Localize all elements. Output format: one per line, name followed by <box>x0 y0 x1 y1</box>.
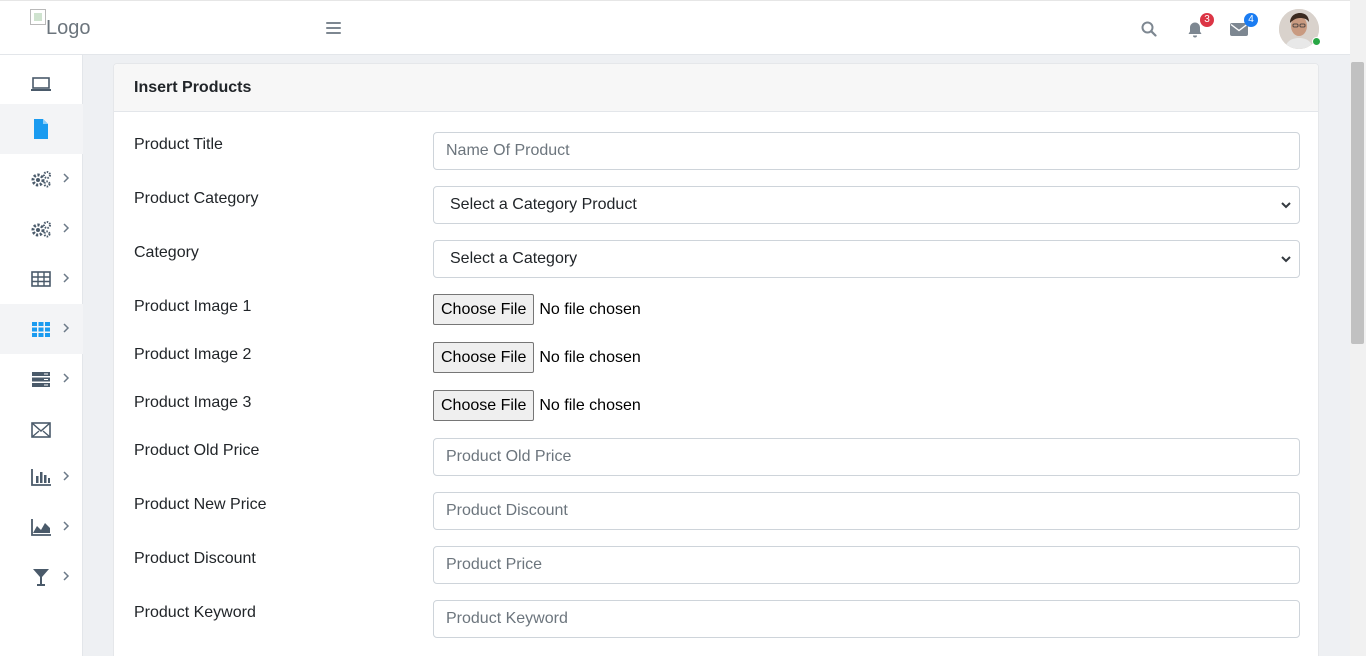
online-status-dot <box>1312 37 1321 46</box>
broken-image-icon <box>30 9 46 25</box>
sidebar-item-dashboard[interactable] <box>0 59 83 109</box>
choose-file-button-2[interactable]: Choose File <box>433 342 535 373</box>
category-label: Category <box>134 244 199 261</box>
envelope-icon <box>31 422 51 438</box>
new-price-input[interactable] <box>433 492 1300 530</box>
page-scrollbar-thumb[interactable] <box>1351 62 1364 344</box>
product-category-select[interactable]: Select a Category Product <box>433 186 1300 224</box>
server-icon <box>32 372 50 387</box>
category-selected: Select a Category <box>450 250 578 267</box>
chevron-down-icon <box>1281 202 1291 209</box>
laptop-icon <box>31 77 51 91</box>
keyword-label: Product Keyword <box>134 604 256 621</box>
sidebar <box>0 55 83 656</box>
choose-file-button-1[interactable]: Choose File <box>433 294 535 325</box>
gears-icon <box>31 221 51 238</box>
product-image-2-label: Product Image 2 <box>134 346 252 363</box>
chevron-right-icon <box>63 521 70 531</box>
product-image-3-input: Choose File No file chosen <box>433 390 641 421</box>
product-image-2-input: Choose File No file chosen <box>433 342 641 373</box>
category-select[interactable]: Select a Category <box>433 240 1300 278</box>
new-price-label: Product New Price <box>134 496 267 513</box>
filter-icon <box>33 569 49 586</box>
gears-icon <box>31 171 51 188</box>
product-image-1-input: Choose File No file chosen <box>433 294 641 325</box>
discount-input[interactable] <box>433 546 1300 584</box>
chevron-right-icon <box>63 273 70 283</box>
sidebar-item-settings-1[interactable] <box>0 154 83 204</box>
chevron-right-icon <box>63 471 70 481</box>
sidebar-item-tables[interactable] <box>0 254 83 304</box>
chevron-right-icon <box>63 323 70 333</box>
chevron-right-icon <box>63 571 70 581</box>
grid-icon <box>32 322 50 337</box>
file-status-3: No file chosen <box>539 396 641 414</box>
notifications-badge: 3 <box>1200 13 1214 27</box>
logo-alt-text: Logo <box>46 17 91 39</box>
chevron-down-icon <box>1281 256 1291 263</box>
top-header: Logo 3 4 <box>0 0 1350 55</box>
menu-toggle-icon[interactable] <box>326 22 341 34</box>
sidebar-item-servers[interactable] <box>0 354 83 404</box>
chevron-right-icon <box>63 373 70 383</box>
sidebar-item-filters[interactable] <box>0 552 83 602</box>
chevron-right-icon <box>63 223 70 233</box>
product-title-input[interactable] <box>433 132 1300 170</box>
product-image-1-label: Product Image 1 <box>134 298 252 315</box>
product-title-label: Product Title <box>134 136 223 153</box>
sidebar-item-charts[interactable] <box>0 452 83 502</box>
card-title: Insert Products <box>114 64 1318 112</box>
area-chart-icon <box>31 519 51 536</box>
product-image-3-label: Product Image 3 <box>134 394 252 411</box>
table-icon <box>31 271 51 287</box>
file-icon <box>34 119 48 139</box>
bar-chart-icon <box>31 469 51 486</box>
discount-label: Product Discount <box>134 550 256 567</box>
messages-badge: 4 <box>1244 13 1258 27</box>
old-price-input[interactable] <box>433 438 1300 476</box>
sidebar-item-apps[interactable] <box>0 304 83 354</box>
chevron-right-icon <box>63 173 70 183</box>
sidebar-item-analytics[interactable] <box>0 502 83 552</box>
product-category-label: Product Category <box>134 190 259 207</box>
sidebar-item-settings-2[interactable] <box>0 204 83 254</box>
file-status-2: No file chosen <box>539 348 641 366</box>
file-status-1: No file chosen <box>539 300 641 318</box>
product-category-selected: Select a Category Product <box>450 196 637 213</box>
sidebar-item-pages[interactable] <box>0 104 83 154</box>
choose-file-button-3[interactable]: Choose File <box>433 390 535 421</box>
search-icon[interactable] <box>1141 21 1157 37</box>
sidebar-item-mail[interactable] <box>0 405 83 455</box>
insert-products-card: Insert Products Product Title Product Ca… <box>113 63 1319 656</box>
keyword-input[interactable] <box>433 600 1300 638</box>
logo[interactable]: Logo <box>30 9 91 40</box>
old-price-label: Product Old Price <box>134 442 260 459</box>
